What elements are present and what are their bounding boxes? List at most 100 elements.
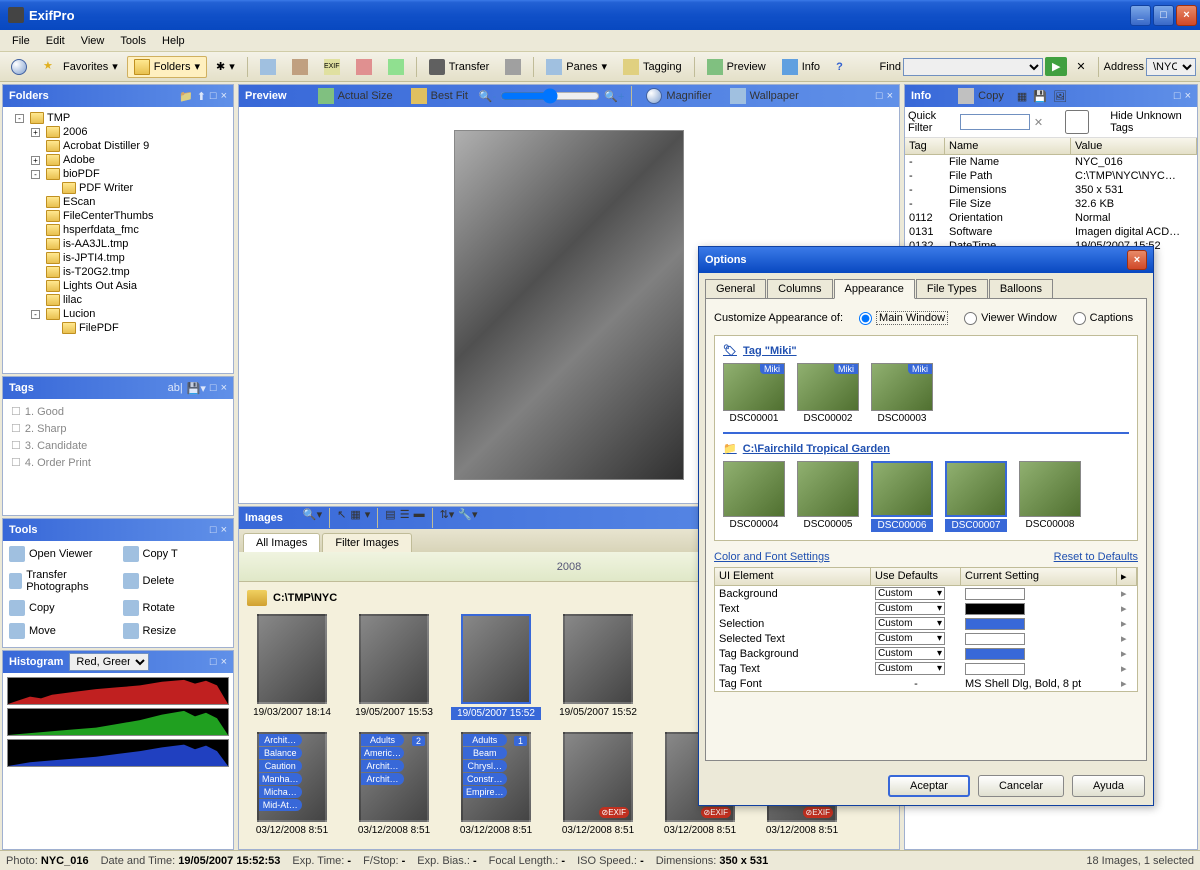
thumbnail[interactable]: AdultsAmeric…Archit…Archit…203/12/2008 8… bbox=[349, 732, 439, 836]
tag-item[interactable]: 1. Good bbox=[7, 403, 229, 420]
tool-4[interactable] bbox=[381, 56, 411, 78]
tag-edit-icon[interactable]: ab| bbox=[168, 382, 183, 395]
print-button[interactable] bbox=[498, 56, 528, 78]
tool-item[interactable]: Open Viewer bbox=[5, 543, 118, 565]
help-button[interactable]: Ayuda bbox=[1072, 775, 1145, 797]
thumbnail[interactable]: ⊘EXIF03/12/2008 8:51 bbox=[553, 732, 643, 836]
info-row[interactable]: 0131SoftwareImagen digital ACD… bbox=[905, 225, 1197, 239]
folder-item[interactable]: -Lucion bbox=[7, 307, 229, 321]
select-mode-icon[interactable]: ↖ bbox=[337, 508, 346, 528]
zoom-slider[interactable] bbox=[500, 88, 600, 104]
folder-item[interactable]: Lights Out Asia bbox=[7, 279, 229, 293]
image-icon[interactable]: 🖼 bbox=[1053, 90, 1067, 103]
magnifier-button[interactable]: Magnifier bbox=[639, 85, 718, 107]
info-col-name[interactable]: Name bbox=[945, 138, 1071, 154]
save-icon[interactable]: 💾 bbox=[1033, 90, 1047, 103]
options-tab-columns[interactable]: Columns bbox=[767, 279, 832, 299]
tool-2[interactable] bbox=[285, 56, 315, 78]
help-button[interactable]: ? bbox=[829, 58, 850, 76]
folder-tree[interactable]: -TMP+2006Acrobat Distiller 9+Adobe-bioPD… bbox=[3, 107, 233, 373]
panel-close-icon[interactable]: × bbox=[221, 90, 227, 103]
tag-item[interactable]: 4. Order Print bbox=[7, 454, 229, 471]
find-input[interactable] bbox=[903, 58, 1043, 76]
zoom-icon[interactable]: 🔍▾ bbox=[303, 508, 322, 528]
cancel-button[interactable]: Cancelar bbox=[978, 775, 1064, 797]
setting-row[interactable]: Selected TextCustom▸ bbox=[715, 631, 1137, 646]
info-row[interactable]: -File PathC:\TMP\NYC\NYC… bbox=[905, 169, 1197, 183]
hide-unknown-checkbox[interactable]: Hide Unknown Tags bbox=[1047, 110, 1194, 134]
view-list-icon[interactable]: ☰ bbox=[400, 508, 410, 528]
folder-item[interactable]: -bioPDF bbox=[7, 167, 229, 181]
folder-item[interactable]: EScan bbox=[7, 195, 229, 209]
folders-up-icon[interactable]: ⬆ bbox=[197, 90, 206, 103]
find-go[interactable]: ▶ bbox=[1045, 57, 1067, 76]
options-tab-appearance[interactable]: Appearance bbox=[834, 279, 915, 299]
zoom-in-icon[interactable]: 🔍+ bbox=[604, 90, 624, 103]
setting-row[interactable]: BackgroundCustom▸ bbox=[715, 586, 1137, 601]
tools-icon[interactable]: 🔧▾ bbox=[458, 508, 477, 528]
view-tiles-icon[interactable]: ▤ bbox=[385, 508, 395, 528]
thumbnail[interactable]: 19/05/2007 15:52 bbox=[553, 614, 643, 720]
exif-button[interactable]: EXIF bbox=[317, 56, 347, 78]
folder-item[interactable]: hsperfdata_fmc bbox=[7, 223, 229, 237]
reset-defaults-link[interactable]: Reset to Defaults bbox=[1054, 551, 1138, 563]
folders-new-icon[interactable]: 📁 bbox=[179, 90, 193, 103]
thumbnail[interactable]: 19/03/2007 18:14 bbox=[247, 614, 337, 720]
dialog-close-button[interactable]: × bbox=[1127, 250, 1147, 270]
sample-thumb[interactable]: DSC00004 bbox=[723, 461, 785, 532]
maximize-button[interactable]: □ bbox=[1153, 5, 1174, 26]
menu-file[interactable]: File bbox=[4, 33, 38, 49]
tab-filter-images[interactable]: Filter Images bbox=[322, 533, 412, 552]
sample-thumb[interactable]: MikiDSC00003 bbox=[871, 363, 933, 424]
grid-icon[interactable]: ▦ bbox=[1017, 90, 1027, 103]
folders-button[interactable]: Folders ▾ bbox=[127, 56, 207, 78]
thumbnail[interactable]: Archit…BalanceCautionManha…Micha…Mid-At…… bbox=[247, 732, 337, 836]
preview-toggle[interactable]: Preview bbox=[700, 56, 773, 78]
info-col-tag[interactable]: Tag bbox=[905, 138, 945, 154]
sort-icon[interactable]: ⇅▾ bbox=[440, 508, 455, 528]
sample-thumb[interactable]: DSC00007 bbox=[945, 461, 1007, 532]
menu-help[interactable]: Help bbox=[154, 33, 193, 49]
preview-image[interactable] bbox=[454, 130, 684, 480]
sample-thumb[interactable]: DSC00008 bbox=[1019, 461, 1081, 532]
radio-viewer-window[interactable]: Viewer Window bbox=[964, 312, 1057, 325]
options-tab-balloons[interactable]: Balloons bbox=[989, 279, 1053, 299]
tool-item[interactable]: Copy T bbox=[119, 543, 232, 565]
minimize-button[interactable]: _ bbox=[1130, 5, 1151, 26]
folder-item[interactable]: is-AA3JL.tmp bbox=[7, 237, 229, 251]
folder-item[interactable]: +2006 bbox=[7, 125, 229, 139]
folder-item[interactable]: lilac bbox=[7, 293, 229, 307]
close-button[interactable]: × bbox=[1176, 5, 1197, 26]
thumbnail[interactable]: 19/05/2007 15:53 bbox=[349, 614, 439, 720]
tool-item[interactable]: Transfer Photographs bbox=[5, 566, 118, 596]
actual-size-button[interactable]: Actual Size bbox=[311, 85, 400, 107]
folder-item[interactable]: Acrobat Distiller 9 bbox=[7, 139, 229, 153]
wallpaper-button[interactable]: Wallpaper bbox=[723, 85, 806, 107]
best-fit-button[interactable]: Best Fit bbox=[404, 85, 475, 107]
tool-item[interactable]: Rotate bbox=[119, 597, 232, 619]
options-dropdown[interactable]: ✱▾ bbox=[209, 57, 242, 76]
sample-thumb[interactable]: DSC00005 bbox=[797, 461, 859, 532]
menu-view[interactable]: View bbox=[73, 33, 113, 49]
tag-item[interactable]: 2. Sharp bbox=[7, 420, 229, 437]
view-large-icon[interactable]: ▦ bbox=[350, 508, 360, 528]
menu-edit[interactable]: Edit bbox=[38, 33, 73, 49]
zoom-out-icon[interactable]: 🔍- bbox=[479, 90, 496, 103]
options-tab-file-types[interactable]: File Types bbox=[916, 279, 988, 299]
folder-item[interactable]: PDF Writer bbox=[7, 181, 229, 195]
folder-item[interactable]: FilePDF bbox=[7, 321, 229, 335]
tagging-button[interactable]: Tagging bbox=[616, 56, 689, 78]
folder-item[interactable]: is-JPTI4.tmp bbox=[7, 251, 229, 265]
info-col-value[interactable]: Value bbox=[1071, 138, 1197, 154]
find-clear[interactable]: ✕ bbox=[1069, 57, 1092, 76]
sample-thumb[interactable]: DSC00006 bbox=[871, 461, 933, 532]
tool-3[interactable] bbox=[349, 56, 379, 78]
tag-item[interactable]: 3. Candidate bbox=[7, 437, 229, 454]
setting-row[interactable]: SelectionCustom▸ bbox=[715, 616, 1137, 631]
favorites-button[interactable]: ★Favorites ▾ bbox=[36, 56, 125, 78]
tool-item[interactable]: Delete bbox=[119, 566, 232, 596]
tool-item[interactable]: Copy bbox=[5, 597, 118, 619]
view-details-icon[interactable]: ▬ bbox=[414, 508, 425, 528]
info-row[interactable]: 0112OrientationNormal bbox=[905, 211, 1197, 225]
copy-button[interactable]: Copy bbox=[951, 85, 1011, 107]
